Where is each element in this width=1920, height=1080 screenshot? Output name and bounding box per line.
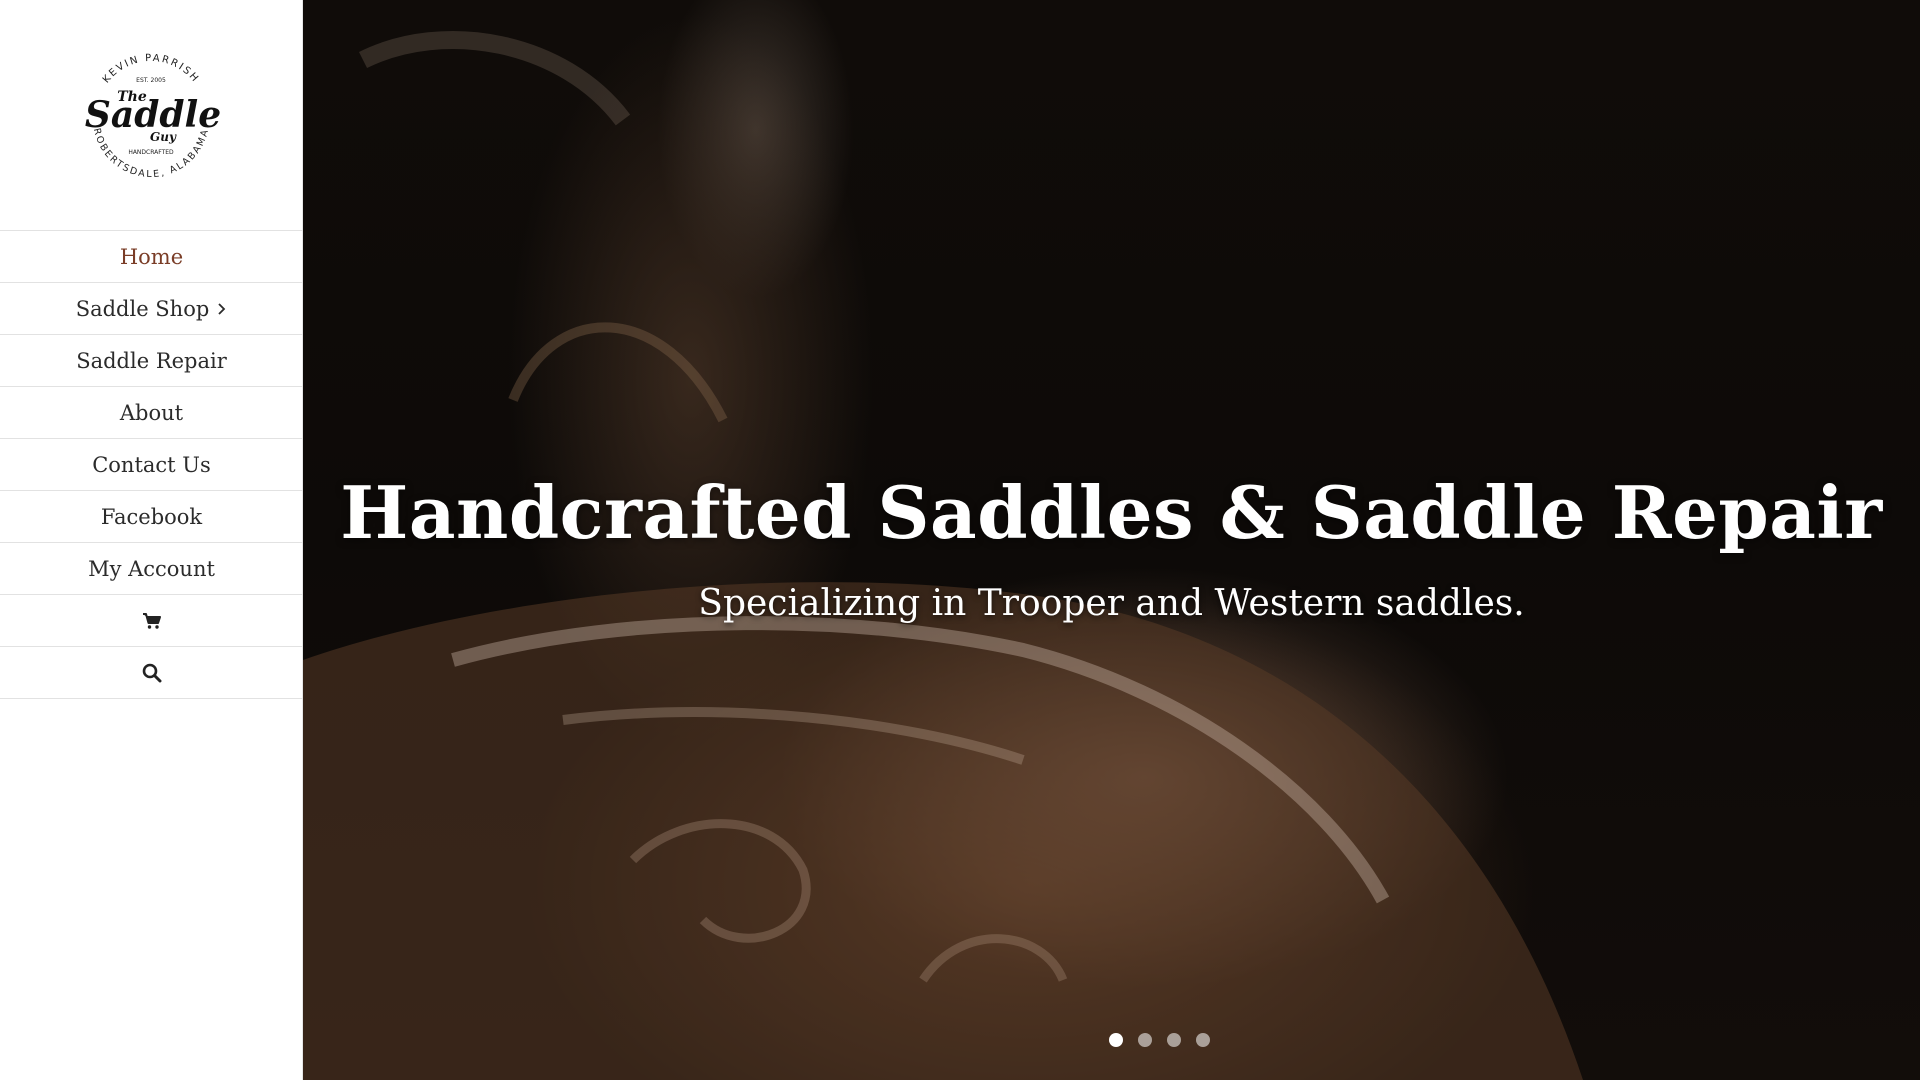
nav-item-search[interactable] xyxy=(0,647,303,699)
nav-item-facebook[interactable]: Facebook xyxy=(0,491,303,543)
site-logo[interactable]: KEVIN PARRISH ROBERTSDALE, ALABAMA EST. … xyxy=(75,43,227,186)
sidebar: KEVIN PARRISH ROBERTSDALE, ALABAMA EST. … xyxy=(0,0,303,1080)
nav-item-label: Home xyxy=(119,244,184,269)
nav-item-home[interactable]: Home xyxy=(0,231,303,283)
hero-subtitle: Specializing in Trooper and Western sadd… xyxy=(698,583,1525,624)
hero-slider: Handcrafted Saddles & Saddle Repair Spec… xyxy=(303,0,1920,1080)
saddle-guy-logo-icon: KEVIN PARRISH ROBERTSDALE, ALABAMA EST. … xyxy=(85,53,221,180)
nav-item-label: Facebook xyxy=(100,504,203,529)
nav-item-contact-us[interactable]: Contact Us xyxy=(0,439,303,491)
nav-item-my-account[interactable]: My Account xyxy=(0,543,303,595)
hero-title: Handcrafted Saddles & Saddle Repair xyxy=(340,470,1883,555)
chevron-right-icon xyxy=(217,302,227,316)
logo-guy: Guy xyxy=(150,130,177,144)
nav-item-label: Contact Us xyxy=(92,452,211,477)
slide-dot[interactable] xyxy=(1138,1033,1152,1047)
slide-dot[interactable] xyxy=(1196,1033,1210,1047)
nav-item-label: Saddle Shop xyxy=(75,296,210,321)
main-navigation: Home Saddle Shop Saddle Repair About Con… xyxy=(0,230,303,699)
nav-item-label: Saddle Repair xyxy=(76,348,227,373)
logo-est: EST. 2005 xyxy=(136,77,166,84)
nav-item-saddle-repair[interactable]: Saddle Repair xyxy=(0,335,303,387)
nav-item-label: My Account xyxy=(88,556,215,581)
shopping-cart-icon xyxy=(142,612,162,630)
nav-item-cart[interactable] xyxy=(0,595,303,647)
slide-dot[interactable] xyxy=(1109,1033,1123,1047)
slide-dot[interactable] xyxy=(1167,1033,1181,1047)
slider-pagination xyxy=(303,1033,1920,1047)
nav-item-saddle-shop[interactable]: Saddle Shop xyxy=(0,283,303,335)
search-icon xyxy=(142,663,162,683)
logo-handcrafted: HANDCRAFTED xyxy=(128,149,174,156)
nav-item-label: About xyxy=(119,400,184,425)
nav-item-about[interactable]: About xyxy=(0,387,303,439)
